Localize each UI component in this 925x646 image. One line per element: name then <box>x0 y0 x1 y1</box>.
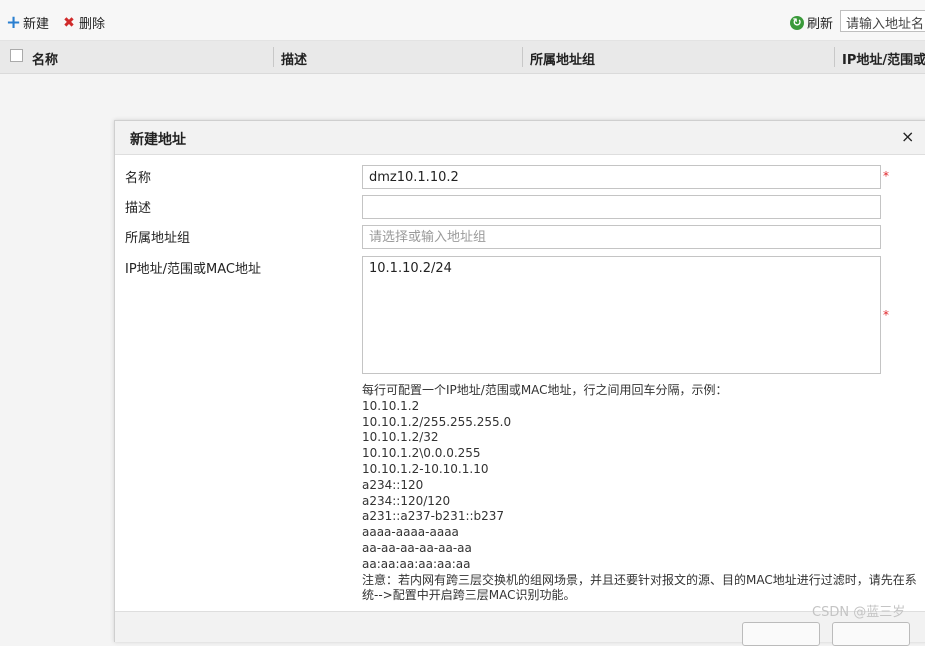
hint-example: 10.10.1.2\0.0.0.255 <box>362 446 481 461</box>
column-header-description[interactable]: 描述 <box>281 49 307 68</box>
required-mark: * <box>883 308 889 322</box>
new-button[interactable]: + 新建 <box>6 13 49 32</box>
hint-example: 10.10.1.2/255.255.255.0 <box>362 414 512 429</box>
ip-address-label: IP地址/范围或MAC地址 <box>125 262 262 277</box>
search-input[interactable]: 请输入地址名 <box>840 10 925 32</box>
address-group-label: 所属地址组 <box>125 231 191 246</box>
hint-example: 10.10.1.2-10.10.1.10 <box>362 461 489 476</box>
column-divider[interactable] <box>834 47 835 67</box>
table-header: 名称 描述 所属地址组 IP地址/范围或 <box>0 41 925 74</box>
hint-example: 10.10.1.2/32 <box>362 430 439 445</box>
name-field[interactable] <box>362 165 881 189</box>
address-group-combobox[interactable] <box>362 225 881 249</box>
ip-address-textarea[interactable]: 10.1.10.2/24 <box>362 256 881 374</box>
hint-example: a231::a237-b231::b237 <box>362 509 505 524</box>
watermark: CSDN @蓝三岁 <box>812 605 906 620</box>
column-divider[interactable] <box>273 47 274 67</box>
refresh-icon: ↻ <box>790 15 804 30</box>
column-header-ip-range[interactable]: IP地址/范围或 <box>842 49 925 68</box>
column-header-name[interactable]: 名称 <box>32 49 58 68</box>
description-field[interactable] <box>362 195 881 219</box>
select-all-checkbox[interactable] <box>10 49 23 62</box>
delete-button[interactable]: ✖ 删除 <box>62 13 106 33</box>
hint-example: aa-aa-aa-aa-aa-aa <box>362 540 472 555</box>
hint-example: 10.10.1.2 <box>362 398 420 413</box>
dialog-title: 新建地址 <box>130 132 186 148</box>
hint-example: aaaa-aaaa-aaaa <box>362 525 459 540</box>
delete-x-icon: ✖ <box>63 14 75 31</box>
toolbar: + 新建 ✖ 删除 ↻ 刷新 请输入地址名 <box>0 0 925 41</box>
new-address-dialog: 新建地址 × 名称 * 描述 所属地址组 IP地址/范围或MAC地址 10.1.… <box>114 120 925 646</box>
dialog-title-bar: 新建地址 × <box>115 121 925 155</box>
column-divider[interactable] <box>522 47 523 67</box>
description-label: 描述 <box>125 201 152 216</box>
dialog-footer <box>115 611 925 646</box>
name-label: 名称 <box>125 171 152 186</box>
column-header-address-group[interactable]: 所属地址组 <box>530 49 595 68</box>
close-icon[interactable]: × <box>901 127 914 146</box>
delete-button-label: 删除 <box>79 17 106 32</box>
hint-note: 注意：若内网有跨三层交换机的组网场景，并且还要针对报文的源、目的MAC地址进行过… <box>362 572 917 603</box>
plus-icon: + <box>6 11 22 33</box>
hint-example: aa:aa:aa:aa:aa:aa <box>362 556 471 571</box>
refresh-button[interactable]: ↻ 刷新 <box>790 13 833 32</box>
search-placeholder: 请输入地址名 <box>846 17 925 32</box>
new-button-label: 新建 <box>23 17 50 32</box>
hint-intro: 每行可配置一个IP地址/范围或MAC地址，行之间用回车分隔，示例： <box>362 383 728 397</box>
refresh-button-label: 刷新 <box>807 17 834 32</box>
hint-example: a234::120/120 <box>362 493 451 508</box>
required-mark: * <box>883 169 889 183</box>
ip-format-hint: 每行可配置一个IP地址/范围或MAC地址，行之间用回车分隔，示例： 10.10.… <box>362 383 922 604</box>
hint-example: a234::120 <box>362 477 424 492</box>
